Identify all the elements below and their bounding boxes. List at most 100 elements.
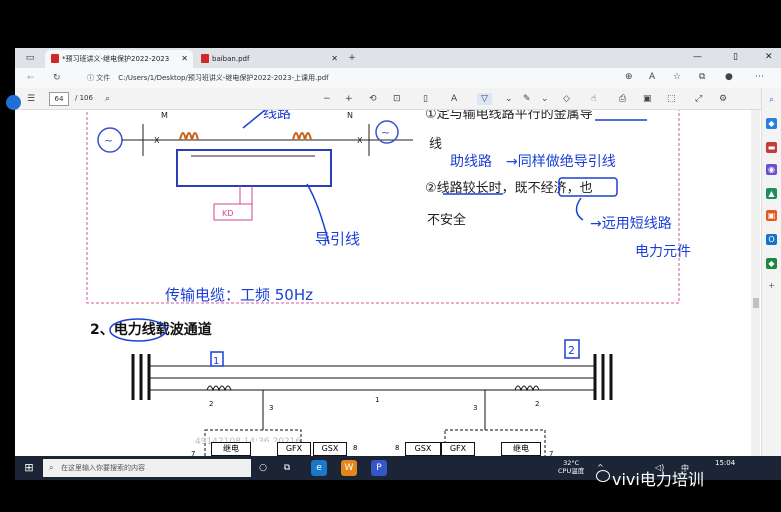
wave-trap-left — [206, 385, 232, 392]
scroll-thumb[interactable] — [753, 298, 759, 308]
browser-sidebar: ⌕ ◆ ▬ ◉ ▲ ▣ O ◆ + ⚙ — [761, 88, 781, 480]
search-icon[interactable]: ⌕ — [766, 94, 777, 105]
section-heading: 2、电力线载波通道 — [90, 321, 212, 338]
draw-icon[interactable]: ▽ — [477, 93, 492, 105]
page-view-icon[interactable]: ▯ — [423, 93, 428, 105]
text-icon[interactable]: A — [451, 93, 457, 105]
save-as-icon[interactable]: ⬚ — [667, 93, 676, 105]
info-icon: ⓘ — [87, 74, 97, 82]
current-transformer-right — [292, 132, 312, 141]
find-icon[interactable]: ⌕ — [105, 93, 110, 105]
powerpoint-icon[interactable]: P — [371, 460, 387, 476]
settings-icon[interactable]: ⚙ — [719, 93, 727, 105]
text-line-4: 不安全 — [427, 212, 466, 228]
app-icon[interactable]: W — [341, 460, 357, 476]
zoom-icon[interactable]: ⊕ — [625, 72, 633, 82]
eraser-icon[interactable]: ◇ — [563, 93, 570, 105]
print-icon[interactable]: ⎙ — [619, 93, 626, 105]
gsx-box-right: GSX — [405, 442, 441, 456]
chevron-down-icon[interactable]: ⌄ — [505, 93, 513, 105]
screen: ▭ *预习班讲义-继电保护2022-2023 ✕ baiban.pdf ✕ + … — [15, 48, 781, 480]
task-view-icon[interactable]: ⧉ — [279, 460, 295, 476]
drop-icon[interactable]: ◆ — [766, 258, 777, 269]
profile-avatar[interactable]: ● — [725, 72, 733, 82]
add-icon[interactable]: + — [766, 280, 777, 291]
wechat-icon — [596, 470, 610, 482]
clock-time: 15:04 — [715, 459, 736, 467]
current-transformer-left — [179, 132, 199, 141]
outlook-icon[interactable]: O — [766, 234, 777, 245]
zoom-in-icon[interactable]: + — [345, 93, 353, 105]
read-aloud-icon[interactable]: A — [649, 72, 655, 82]
label-n: N — [347, 111, 353, 120]
chevron-down-icon[interactable]: ⌄ — [541, 93, 549, 105]
restore-icon[interactable]: ▯ — [733, 52, 738, 62]
url-field[interactable]: ⓘ 文件 C:/Users/1/Desktop/预习班讲义-继电保护2022-20… — [83, 71, 623, 85]
cortana-icon[interactable]: ○ — [255, 460, 271, 476]
text-line-2: 线 — [429, 137, 442, 152]
tab-label: *预习班讲义-继电保护2022-2023 — [62, 55, 170, 63]
tab-baiban[interactable]: baiban.pdf ✕ — [195, 50, 343, 68]
url-scheme-label: 文件 — [96, 74, 111, 82]
tab-pdf-notes[interactable]: *预习班讲义-继电保护2022-2023 ✕ — [45, 50, 193, 68]
gfx-box-left: GFX — [277, 442, 311, 456]
zoom-out-icon[interactable]: − — [323, 93, 331, 105]
new-tab-button[interactable]: + — [347, 53, 357, 63]
tag-icon[interactable]: ◆ — [766, 118, 777, 129]
collections-icon[interactable]: ⧉ — [699, 72, 705, 82]
pdf-scrollbar[interactable] — [751, 110, 760, 462]
annotation-pilot-wire: 导引线 — [315, 230, 360, 248]
annotation-aux-line: 助线路 — [450, 154, 492, 170]
search-icon: ⌕ — [49, 463, 54, 472]
toolbox-icon[interactable]: ▬ — [766, 142, 777, 153]
fullscreen-icon[interactable]: ⤢ — [695, 93, 702, 105]
games-icon[interactable]: ◉ — [766, 164, 777, 175]
page-number-input[interactable]: 64 — [49, 92, 69, 106]
equipment-row-left: 继电 GFX — [211, 442, 321, 456]
pdf-page: ~ X M N X ~ KD 线路 导引线 传输电缆：工频 50Hz ①定与输电… — [15, 110, 761, 462]
tab-actions-icon[interactable]: ▭ — [25, 53, 35, 63]
tab-strip: ▭ *预习班讲义-继电保护2022-2023 ✕ baiban.pdf ✕ + … — [15, 48, 781, 68]
rotate-icon[interactable]: ⟲ — [369, 93, 377, 105]
clock[interactable]: 15:04 — [715, 459, 735, 468]
svg-text:~: ~ — [104, 134, 113, 147]
tab-label: baiban.pdf — [212, 55, 250, 63]
windows-start-icon[interactable]: ⊞ — [21, 460, 37, 476]
pdf-page-drawing: ~ X M N X ~ KD 线路 导引线 传输电缆：工频 50Hz ①定与输电… — [86, 110, 691, 462]
close-window-icon[interactable]: ✕ — [765, 52, 773, 62]
office-icon[interactable]: ▣ — [766, 210, 777, 221]
more-icon[interactable]: ⋯ — [755, 72, 764, 82]
annotation-cable: 传输电缆：工频 50Hz — [165, 286, 313, 304]
fit-page-icon[interactable]: ⊡ — [393, 93, 401, 105]
minimize-icon[interactable]: — — [693, 52, 702, 62]
annotation-end-1: 1 — [213, 356, 219, 367]
channel-watermark: vivi电力培训 — [612, 470, 704, 489]
label-m: M — [161, 111, 168, 120]
annotation-end-2: 2 — [568, 344, 575, 357]
label-8-left: 8 — [353, 444, 358, 452]
save-icon[interactable]: ▣ — [643, 93, 652, 105]
label-x-right: X — [357, 136, 363, 145]
address-bar: ← ↻ ⓘ 文件 C:/Users/1/Desktop/预习班讲义-继电保护202… — [15, 68, 781, 88]
pdf-file-icon — [51, 54, 59, 63]
highlight-icon[interactable]: ✎ — [523, 93, 531, 105]
edge-browser-icon[interactable]: e — [311, 460, 327, 476]
pilot-wire-loop — [176, 149, 332, 187]
cpu-temp-label: CPU温度 — [558, 467, 585, 475]
close-icon[interactable]: ✕ — [331, 54, 338, 63]
taskbar-search-input[interactable]: 在这里输入你要搜索的内容 — [43, 459, 251, 477]
back-icon[interactable]: ← — [27, 73, 35, 83]
kd-label: KD — [222, 209, 233, 218]
contents-icon[interactable]: ☰ — [27, 93, 35, 105]
annotation-same-pilot: →同样做绝导引线 — [506, 154, 616, 170]
cpu-temp-widget[interactable]: 32°C CPU温度 — [558, 459, 584, 475]
gfx-box-right: GFX — [441, 442, 475, 456]
favorite-icon[interactable]: ☆ — [673, 72, 681, 82]
svg-text:线路: 线路 — [263, 110, 291, 122]
label-3-left: 3 — [269, 404, 273, 412]
url-text: C:/Users/1/Desktop/预习班讲义-继电保护2022-2023-上… — [118, 74, 329, 82]
close-icon[interactable]: ✕ — [181, 54, 188, 63]
touch-icon[interactable]: ☝ — [591, 93, 596, 105]
refresh-icon[interactable]: ↻ — [53, 73, 61, 83]
shopping-icon[interactable]: ▲ — [766, 188, 777, 199]
